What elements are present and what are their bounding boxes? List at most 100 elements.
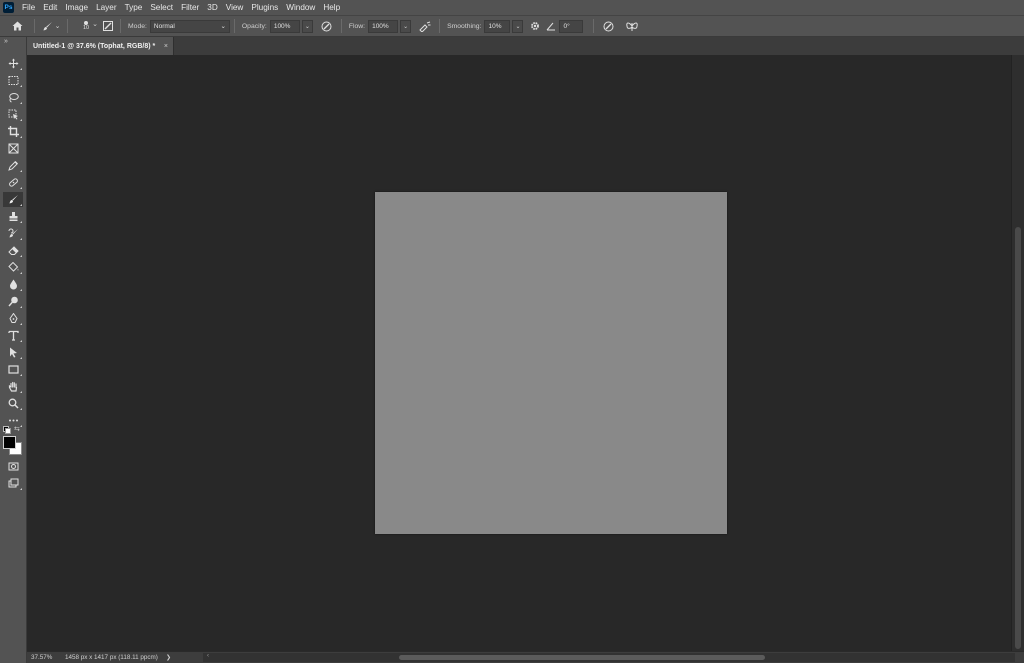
menu-window[interactable]: Window (282, 0, 319, 15)
brush-settings-icon (103, 21, 113, 31)
blur-tool-icon (9, 279, 17, 290)
lasso-tool-icon (8, 93, 19, 103)
symmetry-button[interactable] (622, 18, 642, 34)
lasso-tool[interactable] (3, 90, 23, 105)
paint-bucket-tool[interactable] (3, 260, 23, 275)
menu-file[interactable]: File (20, 0, 39, 15)
document-tab[interactable]: Untitled-1 @ 37.6% (Tophat, RGB/8) * × (27, 37, 174, 55)
healing-brush-tool-icon (8, 178, 18, 187)
menu-bar: Ps File Edit Image Layer Type Select Fil… (0, 0, 1024, 15)
flow-dropdown-button[interactable]: ⌄ (400, 19, 412, 33)
close-icon[interactable]: × (164, 43, 168, 50)
brush-angle-input[interactable]: 0° (559, 19, 584, 33)
dodge-tool[interactable] (3, 294, 23, 309)
object-selection-tool-icon (8, 109, 18, 120)
vertical-scroll-thumb[interactable] (1015, 227, 1021, 649)
horizontal-scroll-thumb[interactable] (399, 655, 765, 660)
history-brush-tool[interactable] (3, 226, 23, 241)
menu-image[interactable]: Image (61, 0, 92, 15)
frame-tool[interactable] (3, 141, 23, 156)
opacity-dropdown-button[interactable]: ⌄ (301, 19, 313, 33)
menu-plugins[interactable]: Plugins (247, 0, 282, 15)
smoothing-label: Smoothing: (447, 22, 482, 30)
eyedropper-tool[interactable] (3, 158, 23, 173)
separator (439, 19, 441, 33)
options-bar: ⌄ 10 ⌄ Mode: Normal ⌄ Opacity: 100% ⌄ Fl… (0, 15, 1024, 37)
photoshop-logo-icon[interactable]: Ps (3, 2, 14, 13)
clone-stamp-tool-icon (9, 212, 17, 221)
object-selection-tool[interactable] (3, 107, 23, 122)
path-selection-tool[interactable] (3, 345, 23, 360)
mode-select[interactable]: Normal ⌄ (149, 19, 230, 33)
menu-type[interactable]: Type (121, 0, 147, 15)
swap-colors-icon[interactable]: ⇆ (14, 425, 20, 433)
brush-angle-control[interactable] (544, 18, 558, 34)
pen-tool[interactable] (3, 311, 23, 326)
pressure-size-icon (603, 21, 614, 31)
type-tool[interactable] (3, 328, 23, 343)
crop-tool-icon (7, 126, 19, 137)
rectangle-tool[interactable] (3, 362, 23, 377)
brush-tool[interactable] (3, 192, 23, 207)
smoothing-input[interactable]: 10% (484, 19, 511, 33)
menu-select[interactable]: Select (146, 0, 177, 15)
airbrush-button[interactable] (415, 18, 435, 34)
history-brush-tool-icon (8, 228, 18, 238)
chevron-down-icon: ⌄ (403, 23, 409, 30)
status-menu-arrow-icon[interactable]: ❯ (166, 654, 171, 661)
menu-layer[interactable]: Layer (92, 0, 120, 15)
healing-brush-tool[interactable] (3, 175, 23, 190)
vertical-scrollbar[interactable] (1011, 55, 1024, 651)
separator (120, 19, 121, 33)
default-colors-icon[interactable] (3, 426, 11, 434)
document-canvas[interactable] (375, 192, 727, 534)
home-button[interactable] (4, 18, 30, 34)
zoom-tool[interactable] (3, 396, 23, 411)
smoothing-options-button[interactable] (526, 18, 544, 34)
screen-mode-button[interactable] (3, 476, 23, 491)
pressure-opacity-button[interactable] (317, 18, 337, 34)
horizontal-scrollbar[interactable]: ‹ (203, 653, 1015, 662)
paint-bucket-tool-icon (7, 262, 18, 272)
crop-tool[interactable] (3, 124, 23, 139)
quick-mask-button[interactable] (3, 459, 23, 474)
brush-preset-picker[interactable]: 10 ⌄ (72, 18, 100, 34)
mode-value: Normal (153, 22, 175, 30)
separator (340, 19, 342, 33)
hand-tool[interactable] (3, 379, 23, 394)
move-tool[interactable] (3, 56, 23, 71)
menu-3d[interactable]: 3D (203, 0, 221, 15)
blur-tool[interactable] (3, 277, 23, 292)
brush-icon (43, 21, 52, 30)
brush-settings-panel-toggle[interactable] (100, 18, 116, 34)
eraser-tool[interactable] (3, 243, 23, 258)
gear-icon (531, 22, 540, 30)
chevron-down-icon: ⌄ (92, 21, 98, 28)
scroll-left-icon[interactable]: ‹ (207, 653, 209, 659)
separator (593, 19, 595, 33)
menu-help[interactable]: Help (319, 0, 344, 15)
separator (67, 19, 68, 33)
canvas-workspace[interactable] (27, 55, 1011, 651)
pressure-size-button[interactable] (598, 18, 618, 34)
pressure-icon (321, 21, 332, 31)
screen-mode-icon (8, 478, 18, 488)
collapse-icon[interactable]: » (4, 38, 8, 45)
eyedropper-tool-icon (7, 161, 18, 171)
zoom-level-field[interactable]: 37.57% (27, 654, 59, 661)
rectangle-tool-icon (7, 365, 19, 374)
menu-view[interactable]: View (222, 0, 248, 15)
chevron-down-icon: ⌄ (515, 23, 521, 30)
chevron-down-icon: ⌄ (54, 23, 61, 30)
rectangular-marquee-tool[interactable] (3, 73, 23, 88)
opacity-input[interactable]: 100% (269, 19, 300, 33)
menu-filter[interactable]: Filter (177, 0, 203, 15)
path-selection-tool-icon (9, 347, 17, 358)
clone-stamp-tool[interactable] (3, 209, 23, 224)
tool-preset-picker[interactable]: ⌄ (39, 18, 63, 34)
document-info: 1458 px x 1417 px (118.11 ppcm) (65, 654, 158, 661)
flow-input[interactable]: 100% (368, 19, 399, 33)
menu-edit[interactable]: Edit (39, 0, 61, 15)
foreground-color-swatch[interactable] (3, 436, 16, 449)
smoothing-dropdown-button[interactable]: ⌄ (512, 19, 524, 33)
